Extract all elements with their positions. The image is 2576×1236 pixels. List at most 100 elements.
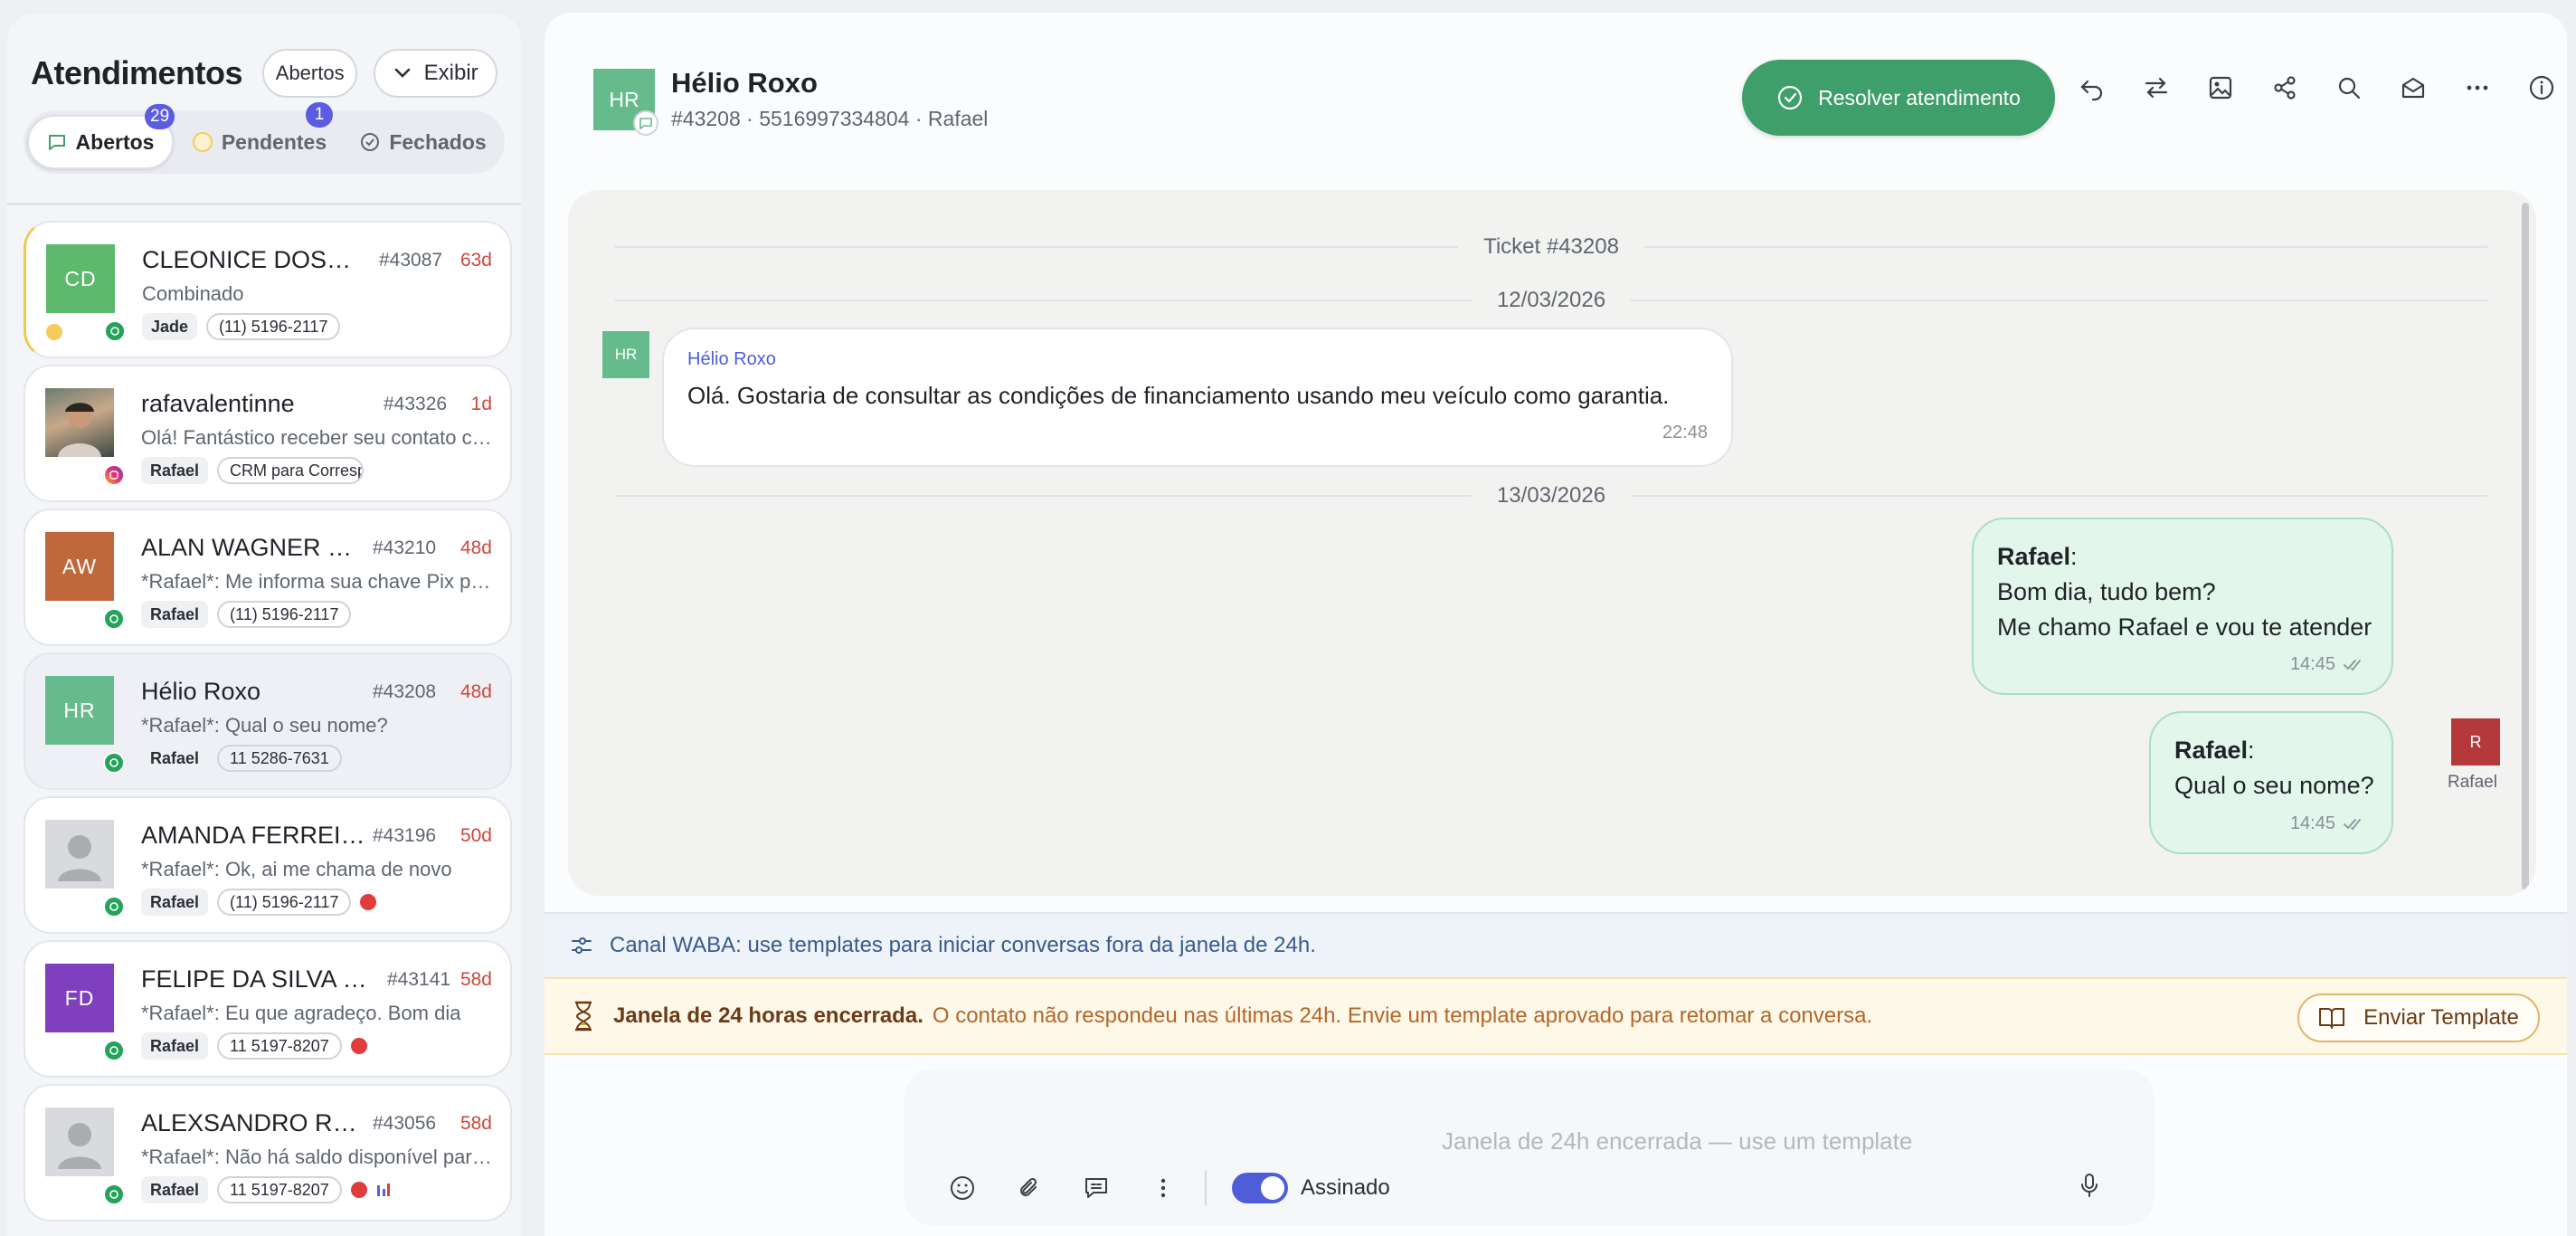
check-circle-icon <box>1778 85 1803 110</box>
paperclip-icon[interactable] <box>1013 1172 1046 1204</box>
info-icon[interactable] <box>2523 69 2560 106</box>
composer-input[interactable]: Janela de 24h encerrada — use um templat… <box>1442 1127 1912 1155</box>
outgoing-message: Rafael: Bom dia, tudo bem? Me chamo Rafa… <box>1972 518 2393 695</box>
assigned-user: Jade <box>142 313 198 340</box>
whatsapp-icon <box>103 752 125 774</box>
double-check-icon <box>2344 659 2361 670</box>
resolve-ticket-button[interactable]: Resolver atendimento <box>1742 60 2055 136</box>
ticket-card[interactable]: FD FELIPE DA SILVA SANTOS #43141 58d *Ra… <box>24 940 512 1078</box>
ticket-tags: Rafael 11 5286-7631 <box>141 745 342 772</box>
contact-name: ALEXSANDRO RUBENS <box>141 1109 358 1136</box>
ticket-tags: Rafael (11) 5196-2117 <box>141 889 377 916</box>
tab-pendentes[interactable]: Pendentes 1 <box>174 102 346 169</box>
instagram-icon <box>103 464 125 486</box>
tab-abertos-label: Abertos <box>75 129 155 154</box>
resolve-label: Resolver atendimento <box>1818 85 2021 109</box>
quick-reply-icon[interactable] <box>1080 1172 1113 1204</box>
message-composer: Janela de 24h encerrada — use um templat… <box>904 1070 2155 1225</box>
agent-avatar: R <box>2451 718 2500 765</box>
ticket-age: 58d <box>459 969 492 990</box>
outgoing-message: Rafael: Qual o seu nome? 14:45 <box>2149 711 2393 854</box>
author-name: Rafael <box>1997 543 2071 570</box>
emoji-icon[interactable] <box>946 1172 979 1204</box>
contact-name: Hélio Roxo <box>141 678 261 705</box>
channel-number: (11) 5196-2117 <box>217 889 352 916</box>
sliders-icon <box>572 937 592 954</box>
contact-name: ALAN WAGNER DA SILVA <box>141 534 358 561</box>
ticket-id: #43056 <box>373 1113 437 1134</box>
sender-name: Hélio Roxo <box>687 349 776 369</box>
ticket-age: 58d <box>459 1113 492 1134</box>
tab-abertos-badge: 29 <box>145 104 175 129</box>
assigned-user: Rafael <box>141 457 209 484</box>
undo-icon[interactable] <box>2073 69 2110 106</box>
composer-actions: Assinado <box>946 1171 1390 1205</box>
send-template-button[interactable]: Enviar Template <box>2297 994 2540 1042</box>
date-separator: 13/03/2026 <box>615 482 2487 509</box>
default-avatar-icon <box>45 1108 114 1176</box>
default-avatar-icon <box>45 820 114 889</box>
mail-open-icon[interactable] <box>2394 69 2431 106</box>
assigned-user: Rafael <box>141 745 209 772</box>
waba-info-text: Canal WABA: use templates para iniciar c… <box>610 933 1316 957</box>
waba-info-banner: Canal WABA: use templates para iniciar c… <box>545 912 2567 977</box>
signal-icon <box>376 1184 390 1196</box>
ticket-list: CD CLEONICE DOS SANTOS #43087 63d Combin… <box>24 221 512 1228</box>
ticket-card[interactable]: ALEXSANDRO RUBENS #43056 58d *Rafael*: N… <box>24 1084 512 1222</box>
image-icon[interactable] <box>2202 69 2239 106</box>
ticket-tabs: Abertos 29 Pendentes 1 Fechados <box>24 102 505 174</box>
ticket-age: 48d <box>459 537 492 558</box>
message-area[interactable]: Ticket #43208 12/03/2026 HR Hélio Roxo O… <box>568 190 2536 896</box>
ticket-id: #43196 <box>373 825 437 846</box>
chevron-down-icon <box>394 68 410 78</box>
pending-dot <box>46 324 62 340</box>
avatar: CD <box>46 244 115 313</box>
ticket-age: 48d <box>459 681 492 702</box>
date-label: 12/03/2026 <box>1496 288 1606 312</box>
search-icon[interactable] <box>2330 69 2367 106</box>
ticket-card[interactable]: AMANDA FERREIRA SOUZA #43196 50d *Rafael… <box>24 796 512 934</box>
book-open-icon <box>2319 1008 2345 1029</box>
message-text: Rafael: Bom dia, tudo bem? Me chamo Rafa… <box>1997 539 2372 645</box>
tab-fechados[interactable]: Fechados <box>346 115 501 169</box>
panel-title: Atendimentos <box>31 54 243 91</box>
ticket-card[interactable]: CD CLEONICE DOS SANTOS #43087 63d Combin… <box>24 221 512 358</box>
ticket-label: Ticket #43208 <box>1483 234 1619 259</box>
incoming-message: Hélio Roxo Olá. Gostaria de consultar as… <box>662 328 1733 467</box>
more-vertical-icon[interactable] <box>1147 1172 1179 1204</box>
ticket-tags: Rafael (11) 5196-2117 <box>141 601 352 628</box>
transfer-icon[interactable] <box>2137 69 2174 106</box>
signature-toggle[interactable] <box>1232 1173 1288 1203</box>
message-status: 14:45 <box>2290 813 2366 834</box>
share-icon[interactable] <box>2266 69 2303 106</box>
sender-avatar: HR <box>602 331 649 378</box>
view-button[interactable]: Exibir <box>374 49 497 98</box>
channel-number: (11) 5196-2117 <box>217 601 352 628</box>
conversation-header: HR Hélio Roxo #43208 · 5516997334804 · R… <box>593 60 2553 139</box>
hourglass-icon <box>575 1001 592 1032</box>
send-template-label: Enviar Template <box>2363 1005 2519 1030</box>
scrollbar[interactable] <box>2522 203 2529 890</box>
ticket-meta: #43208 · 5516997334804 · Rafael <box>671 107 989 130</box>
ticket-id: #43210 <box>373 537 437 558</box>
microphone-icon[interactable] <box>2073 1169 2106 1202</box>
last-message: *Rafael*: Ok, ai me chama de novo <box>141 858 452 880</box>
conversation-panel: HR Hélio Roxo #43208 · 5516997334804 · R… <box>545 13 2567 1236</box>
last-message: *Rafael*: Me informa sua chave Pix para … <box>141 570 494 593</box>
ticket-card-selected[interactable]: HR Hélio Roxo #43208 48d *Rafael*: Qual … <box>24 652 512 790</box>
ticket-card[interactable]: AW ALAN WAGNER DA SILVA #43210 48d *Rafa… <box>24 509 512 646</box>
channel-number: (11) 5196-2117 <box>206 313 341 340</box>
contact-name: Hélio Roxo <box>671 67 818 99</box>
tab-abertos[interactable]: Abertos 29 <box>27 104 175 169</box>
ticket-age: 50d <box>459 825 492 846</box>
conversation-toolbar <box>2073 69 2560 106</box>
whatsapp-icon <box>104 320 126 342</box>
tab-pendentes-badge: 1 <box>306 102 333 128</box>
contact-name: CLEONICE DOS SANTOS <box>142 246 355 273</box>
ticket-card[interactable]: rafavalentinne #43326 1d Olá! Fantástico… <box>24 365 512 502</box>
chat-bubble-icon <box>633 110 658 136</box>
status-filter-button[interactable]: Abertos <box>262 49 358 98</box>
channel-number: 11 5197-8207 <box>217 1176 342 1203</box>
whatsapp-icon <box>103 1040 125 1061</box>
more-horizontal-icon[interactable] <box>2458 69 2496 106</box>
